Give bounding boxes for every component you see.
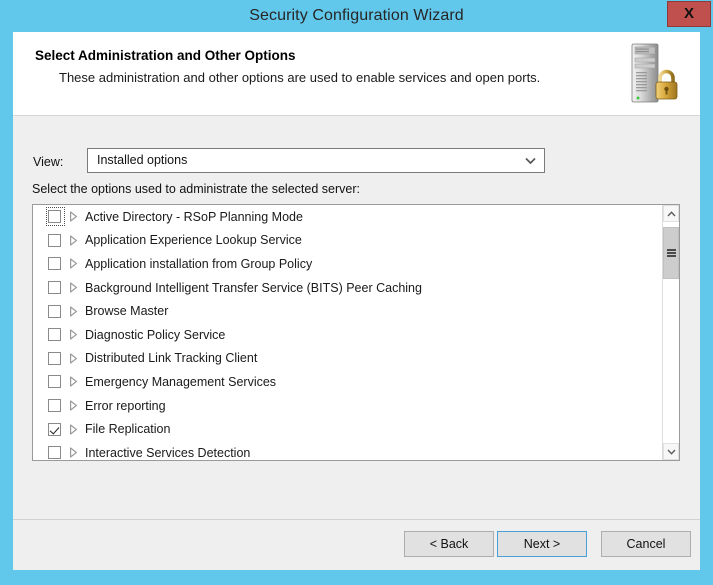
list-item[interactable]: Active Directory - RSoP Planning Mode [33, 205, 662, 229]
option-checkbox[interactable] [48, 422, 61, 436]
expand-triangle-icon[interactable] [67, 399, 80, 412]
option-checkbox[interactable] [48, 375, 61, 389]
expand-triangle-icon[interactable] [67, 423, 80, 436]
option-checkbox[interactable] [48, 304, 61, 318]
list-item-label: Emergency Management Services [85, 374, 277, 389]
list-item-label: Diagnostic Policy Service [85, 327, 226, 342]
list-item[interactable]: Application installation from Group Poli… [33, 252, 662, 276]
window-bottom-edge [0, 570, 713, 585]
list-item-label: Active Directory - RSoP Planning Mode [85, 209, 303, 224]
cancel-button[interactable]: Cancel [601, 531, 691, 557]
list-item[interactable]: File Replication [33, 417, 662, 441]
option-checkbox[interactable] [48, 399, 61, 413]
scrollbar-up-button[interactable] [663, 205, 679, 222]
option-checkbox[interactable] [48, 351, 61, 365]
option-checkbox[interactable] [48, 328, 61, 342]
list-item-label: Browse Master [85, 304, 169, 319]
option-checkbox[interactable] [48, 210, 61, 224]
list-caption: Select the options used to administrate … [32, 182, 360, 196]
expand-triangle-icon[interactable] [67, 352, 80, 365]
page-title: Select Administration and Other Options [35, 48, 296, 63]
security-configuration-wizard-window: Security Configuration Wizard X Select A… [0, 0, 713, 585]
list-item[interactable]: Browse Master [33, 299, 662, 323]
list-item[interactable]: Distributed Link Tracking Client [33, 347, 662, 371]
grip-icon [666, 248, 676, 259]
list-scrollbar[interactable] [662, 205, 679, 460]
list-item[interactable]: Error reporting [33, 394, 662, 418]
option-checkbox[interactable] [48, 233, 61, 247]
wizard-body: View: Installed options Select the optio… [13, 115, 700, 570]
next-button[interactable]: Next > [497, 531, 587, 557]
close-button[interactable]: X [667, 1, 711, 27]
chevron-down-icon [523, 149, 537, 172]
list-item-label: File Replication [85, 422, 171, 437]
page-subtitle: These administration and other options a… [59, 70, 541, 85]
expand-triangle-icon[interactable] [67, 305, 80, 318]
scrollbar-down-button[interactable] [663, 443, 679, 460]
option-checkbox[interactable] [48, 257, 61, 271]
options-listbox[interactable]: Active Directory - RSoP Planning Mode App… [32, 204, 680, 461]
list-item-label: Application installation from Group Poli… [85, 256, 313, 271]
window-title: Security Configuration Wizard [249, 7, 464, 24]
list-item-label: Interactive Services Detection [85, 445, 251, 460]
expand-triangle-icon[interactable] [67, 446, 80, 459]
list-item-label: Application Experience Lookup Service [85, 233, 302, 248]
list-item[interactable]: Background Intelligent Transfer Service … [33, 276, 662, 300]
list-item-label: Distributed Link Tracking Client [85, 351, 258, 366]
option-checkbox[interactable] [48, 446, 61, 460]
list-item[interactable]: Interactive Services Detection [33, 441, 662, 460]
server-lock-icon [622, 39, 682, 109]
view-dropdown-value: Installed options [97, 153, 188, 167]
scrollbar-thumb[interactable] [663, 227, 679, 279]
expand-triangle-icon[interactable] [67, 328, 80, 341]
option-checkbox[interactable] [48, 281, 61, 295]
wizard-footer: < Back Next > Cancel [13, 520, 700, 570]
expand-triangle-icon[interactable] [67, 375, 80, 388]
expand-triangle-icon[interactable] [67, 257, 80, 270]
list-item-label: Background Intelligent Transfer Service … [85, 280, 422, 295]
list-item[interactable]: Diagnostic Policy Service [33, 323, 662, 347]
expand-triangle-icon[interactable] [67, 234, 80, 247]
list-item[interactable]: Emergency Management Services [33, 370, 662, 394]
options-list: Active Directory - RSoP Planning Mode App… [33, 205, 662, 460]
list-item-label: Error reporting [85, 398, 166, 413]
wizard-header: Select Administration and Other Options … [13, 32, 700, 115]
view-dropdown[interactable]: Installed options [87, 148, 545, 173]
view-label: View: [33, 155, 64, 169]
title-bar: Security Configuration Wizard X [0, 0, 713, 32]
list-item[interactable]: Application Experience Lookup Service [33, 229, 662, 253]
expand-triangle-icon[interactable] [67, 281, 80, 294]
back-button[interactable]: < Back [404, 531, 494, 557]
expand-triangle-icon[interactable] [67, 210, 80, 223]
